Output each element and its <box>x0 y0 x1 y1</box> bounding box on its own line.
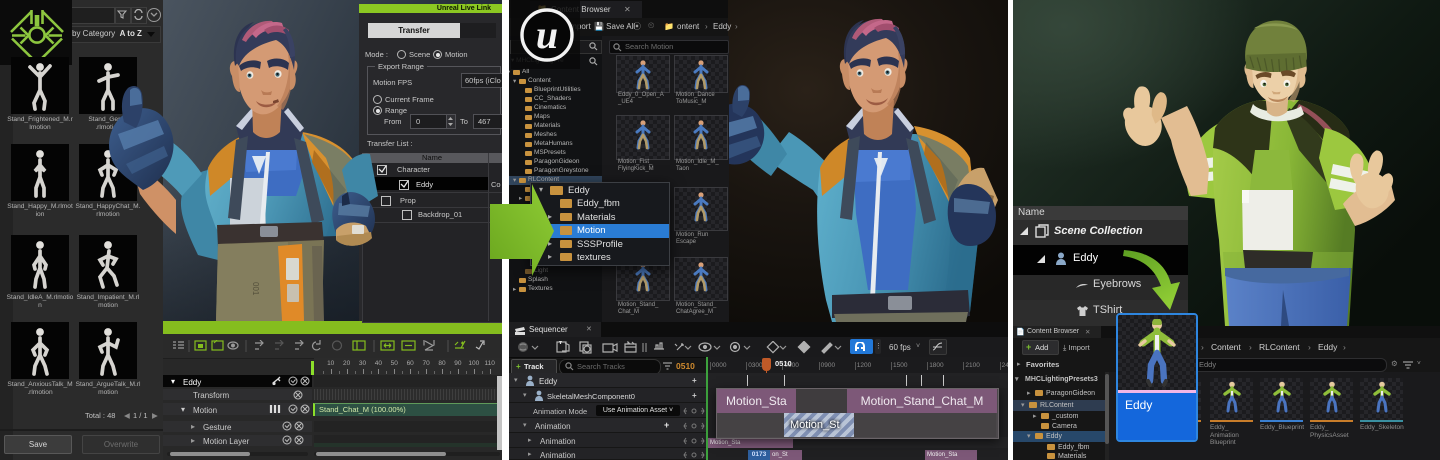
svg-text:u: u <box>536 12 558 57</box>
svg-text:001: 001 <box>251 282 260 296</box>
